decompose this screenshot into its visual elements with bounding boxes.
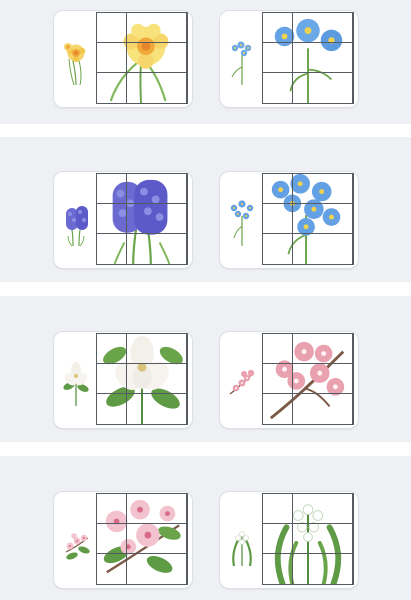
puzzle-tile-magnolia-2[interactable] (127, 334, 157, 364)
puzzle-tile-forget-me-not-cluster-8[interactable] (293, 234, 323, 264)
puzzle-grid-forget-me-not (262, 12, 354, 104)
puzzle-tile-forget-me-not-8[interactable] (293, 73, 323, 103)
puzzle-tile-cherry-blossom-4[interactable] (263, 364, 293, 394)
puzzle-grid-daffodil (96, 12, 188, 104)
puzzle-grid-magnolia (96, 333, 188, 425)
magnolia-icon (58, 350, 94, 410)
puzzle-tile-daffodil-1[interactable] (97, 13, 127, 43)
puzzle-tile-forget-me-not-cluster-1[interactable] (263, 174, 293, 204)
puzzle-tile-hyacinth-1[interactable] (97, 174, 127, 204)
puzzle-tile-daffodil-7[interactable] (97, 73, 127, 103)
puzzle-card-magnolia[interactable] (53, 331, 193, 429)
puzzle-tile-cherry-blossom-6[interactable] (323, 364, 353, 394)
puzzle-tile-magnolia-6[interactable] (157, 364, 187, 394)
puzzle-card-daffodil[interactable] (53, 10, 193, 108)
puzzle-tile-hyacinth-4[interactable] (97, 204, 127, 234)
puzzle-tile-apple-blossom-4[interactable] (97, 524, 127, 554)
puzzle-tile-lily-of-the-valley-5[interactable] (293, 524, 323, 554)
puzzle-tile-lily-of-the-valley-6[interactable] (323, 524, 353, 554)
puzzle-tile-apple-blossom-8[interactable] (127, 554, 157, 584)
puzzle-tile-lily-of-the-valley-1[interactable] (263, 494, 293, 524)
puzzle-tile-lily-of-the-valley-9[interactable] (323, 554, 353, 584)
puzzle-tile-daffodil-4[interactable] (97, 43, 127, 73)
puzzle-tile-cherry-blossom-9[interactable] (323, 394, 353, 424)
puzzle-card-apple-blossom[interactable] (53, 491, 193, 589)
puzzle-tile-daffodil-8[interactable] (127, 73, 157, 103)
puzzle-tile-forget-me-not-cluster-9[interactable] (323, 234, 353, 264)
puzzle-tile-forget-me-not-cluster-3[interactable] (323, 174, 353, 204)
puzzle-tile-daffodil-6[interactable] (157, 43, 187, 73)
puzzle-card-lily-of-the-valley[interactable] (219, 491, 359, 589)
puzzle-tile-cherry-blossom-7[interactable] (263, 394, 293, 424)
puzzle-tile-daffodil-3[interactable] (157, 13, 187, 43)
forget-me-not-icon (224, 29, 260, 89)
puzzle-tile-cherry-blossom-3[interactable] (323, 334, 353, 364)
puzzle-tile-forget-me-not-cluster-5[interactable] (293, 204, 323, 234)
puzzle-tile-hyacinth-7[interactable] (97, 234, 127, 264)
puzzle-tile-hyacinth-5[interactable] (127, 204, 157, 234)
puzzle-tile-hyacinth-9[interactable] (157, 234, 187, 264)
puzzle-tile-apple-blossom-2[interactable] (127, 494, 157, 524)
puzzle-tile-lily-of-the-valley-4[interactable] (263, 524, 293, 554)
puzzle-tile-forget-me-not-5[interactable] (293, 43, 323, 73)
puzzle-tile-lily-of-the-valley-3[interactable] (323, 494, 353, 524)
puzzle-tile-forget-me-not-9[interactable] (323, 73, 353, 103)
puzzle-tile-forget-me-not-4[interactable] (263, 43, 293, 73)
puzzle-tile-magnolia-1[interactable] (97, 334, 127, 364)
puzzle-card-forget-me-not[interactable] (219, 10, 359, 108)
puzzle-tile-cherry-blossom-1[interactable] (263, 334, 293, 364)
puzzle-tile-lily-of-the-valley-2[interactable] (293, 494, 323, 524)
puzzle-tile-daffodil-2[interactable] (127, 13, 157, 43)
cherry-blossom-icon (224, 350, 260, 410)
puzzle-tile-forget-me-not-6[interactable] (323, 43, 353, 73)
puzzle-card-hyacinth[interactable] (53, 171, 193, 269)
puzzle-tile-daffodil-9[interactable] (157, 73, 187, 103)
forget-me-not-cluster-icon (224, 190, 260, 250)
apple-blossom-icon (58, 510, 94, 570)
puzzle-tile-forget-me-not-2[interactable] (293, 13, 323, 43)
puzzle-tile-forget-me-not-cluster-4[interactable] (263, 204, 293, 234)
puzzle-tile-cherry-blossom-2[interactable] (293, 334, 323, 364)
puzzle-tile-apple-blossom-7[interactable] (97, 554, 127, 584)
puzzle-grid-lily-of-the-valley (262, 493, 354, 585)
puzzle-card-forget-me-not-cluster[interactable] (219, 171, 359, 269)
puzzle-tile-magnolia-5[interactable] (127, 364, 157, 394)
puzzle-tile-hyacinth-2[interactable] (127, 174, 157, 204)
puzzle-tile-cherry-blossom-8[interactable] (293, 394, 323, 424)
puzzle-tile-magnolia-7[interactable] (97, 394, 127, 424)
puzzle-grid-apple-blossom (96, 493, 188, 585)
daffodil-icon (58, 29, 94, 89)
puzzle-tile-forget-me-not-cluster-2[interactable] (293, 174, 323, 204)
puzzle-tile-lily-of-the-valley-7[interactable] (263, 554, 293, 584)
puzzle-tile-apple-blossom-6[interactable] (157, 524, 187, 554)
puzzle-tile-apple-blossom-3[interactable] (157, 494, 187, 524)
puzzle-tile-magnolia-3[interactable] (157, 334, 187, 364)
hyacinth-icon (58, 190, 94, 250)
puzzle-tile-forget-me-not-cluster-6[interactable] (323, 204, 353, 234)
puzzle-grid-cherry-blossom (262, 333, 354, 425)
puzzle-tile-hyacinth-6[interactable] (157, 204, 187, 234)
puzzle-tile-hyacinth-8[interactable] (127, 234, 157, 264)
puzzle-grid-hyacinth (96, 173, 188, 265)
puzzle-tile-forget-me-not-7[interactable] (263, 73, 293, 103)
puzzle-tile-cherry-blossom-5[interactable] (293, 364, 323, 394)
puzzle-tile-daffodil-5[interactable] (127, 43, 157, 73)
puzzle-tile-magnolia-9[interactable] (157, 394, 187, 424)
puzzle-tile-forget-me-not-cluster-7[interactable] (263, 234, 293, 264)
puzzle-tile-forget-me-not-3[interactable] (323, 13, 353, 43)
puzzle-tile-apple-blossom-1[interactable] (97, 494, 127, 524)
puzzle-card-cherry-blossom[interactable] (219, 331, 359, 429)
puzzle-tile-hyacinth-3[interactable] (157, 174, 187, 204)
puzzle-tile-magnolia-4[interactable] (97, 364, 127, 394)
puzzle-tile-apple-blossom-9[interactable] (157, 554, 187, 584)
puzzle-tile-apple-blossom-5[interactable] (127, 524, 157, 554)
puzzle-tile-magnolia-8[interactable] (127, 394, 157, 424)
puzzle-tile-forget-me-not-1[interactable] (263, 13, 293, 43)
lily-of-the-valley-icon (224, 510, 260, 570)
puzzle-tile-lily-of-the-valley-8[interactable] (293, 554, 323, 584)
puzzle-grid-forget-me-not-cluster (262, 173, 354, 265)
